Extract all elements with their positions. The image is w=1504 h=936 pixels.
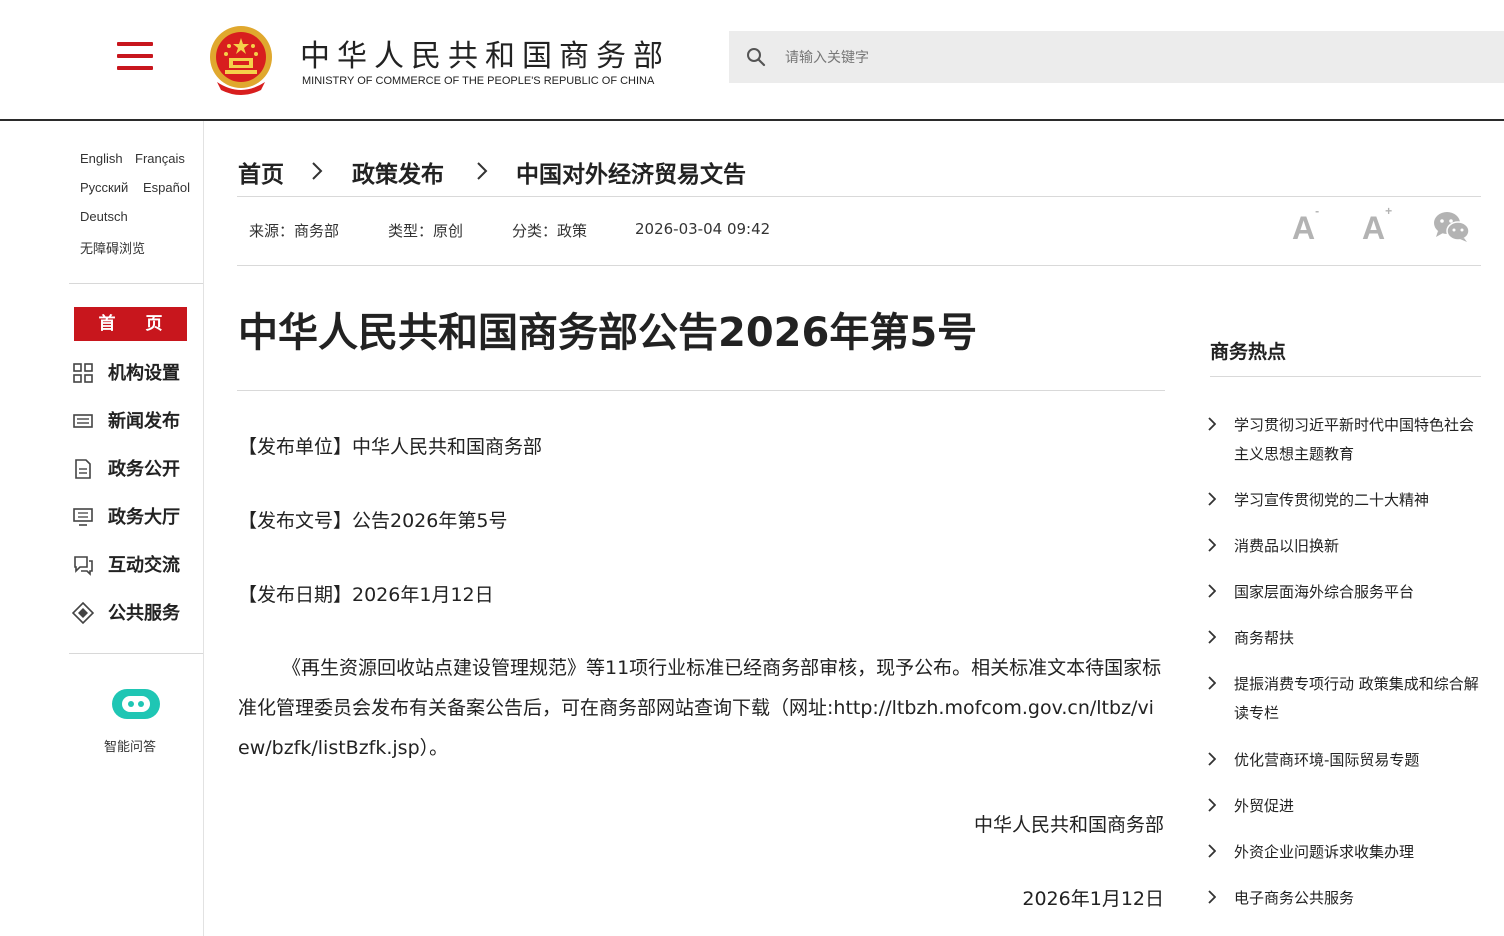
document-icon — [75, 459, 91, 479]
nav-label: 新闻发布 — [108, 411, 180, 432]
hot-topic-label: 提振消费专项行动 政策集成和综合解读专栏 — [1234, 675, 1479, 722]
meta-source: 来源：商务部 — [249, 222, 340, 240]
wechat-share-icon[interactable] — [1432, 210, 1470, 244]
hot-topic-label: 学习贯彻习近平新时代中国特色社会主义思想主题教育 — [1234, 416, 1475, 463]
search-icon[interactable] — [746, 47, 766, 67]
font-increase-button[interactable]: A+ — [1362, 204, 1392, 247]
lang-english-link[interactable]: English — [80, 151, 123, 166]
hot-topics-title: 商务热点 — [1210, 341, 1287, 363]
hot-topic-label: 电子商务公共服务 — [1234, 889, 1355, 907]
hot-topic-label: 优化营商环境-国际贸易专题 — [1234, 751, 1420, 769]
hot-topic-label: 外资企业问题诉求收集办理 — [1234, 843, 1415, 861]
hot-topic-label: 消费品以旧换新 — [1234, 537, 1340, 555]
lang-spanish-link[interactable]: Español — [143, 180, 190, 195]
lang-russian-link[interactable]: Русский — [80, 180, 128, 195]
nav-label: 互动交流 — [108, 555, 180, 576]
accessibility-link[interactable]: 无障碍浏览 — [80, 238, 145, 257]
font-decrease-button[interactable]: A- — [1292, 204, 1319, 247]
nav-item-public-service[interactable]: 公共服务 — [72, 597, 202, 627]
divider — [1210, 376, 1481, 377]
sidebar-divider — [69, 283, 203, 284]
service-icon — [72, 602, 94, 624]
chevron-right-icon — [477, 162, 488, 180]
grid-icon — [73, 363, 93, 383]
lang-french-link[interactable]: Français — [135, 151, 185, 166]
nav-item-public-affairs[interactable]: 政务公开 — [72, 453, 202, 483]
breadcrumb-home[interactable]: 首页 — [238, 155, 284, 189]
meta-type: 类型：原创 — [388, 222, 464, 240]
hot-topic-label: 学习宣传贯彻党的二十大精神 — [1234, 491, 1430, 509]
nav-item-org[interactable]: 机构设置 — [72, 357, 202, 387]
site-title-cn: 中华人民共和国商务部 — [300, 39, 670, 74]
divider — [237, 196, 1481, 197]
left-sidebar: English Français Русский Español Deutsch… — [0, 121, 204, 936]
national-emblem-icon[interactable] — [207, 24, 275, 96]
chevron-right-icon — [312, 162, 323, 180]
hot-topic-label: 国家层面海外综合服务平台 — [1234, 583, 1415, 601]
nav-label: 政务大厅 — [108, 507, 180, 528]
nav-label: 政务公开 — [108, 459, 180, 480]
search-bar — [729, 31, 1504, 85]
assistant-label[interactable]: 智能问答 — [104, 736, 156, 755]
newspaper-icon — [73, 414, 93, 428]
chevron-right-icon — [1208, 492, 1216, 506]
menu-icon[interactable] — [117, 42, 153, 70]
chevron-right-icon — [1208, 630, 1216, 644]
nav-home-button[interactable]: 首 页 — [74, 307, 187, 341]
divider — [237, 265, 1481, 266]
chevron-right-icon — [1208, 538, 1216, 552]
monitor-icon — [73, 508, 93, 526]
sidebar-divider — [69, 653, 203, 654]
nav-item-service-hall[interactable]: 政务大厅 — [72, 501, 202, 531]
hot-topic-label: 商务帮扶 — [1234, 629, 1295, 647]
font-small-label: A — [1292, 210, 1316, 246]
nav-item-news[interactable]: 新闻发布 — [72, 405, 202, 435]
site-header: 中华人民共和国商务部 MINISTRY OF COMMERCE OF THE P… — [0, 0, 1504, 121]
breadcrumb-policy[interactable]: 政策发布 — [352, 155, 444, 189]
nav-label: 机构设置 — [108, 363, 180, 384]
nav-label: 公共服务 — [108, 603, 180, 624]
chevron-right-icon — [1208, 752, 1216, 766]
article-issuer: 【发布单位】中华人民共和国商务部 — [238, 436, 543, 458]
chevron-right-icon — [1208, 844, 1216, 858]
nav-item-interaction[interactable]: 互动交流 — [72, 549, 202, 579]
search-input[interactable] — [783, 31, 1487, 85]
hot-topic-label: 外贸促进 — [1234, 797, 1295, 815]
meta-category: 分类：政策 — [512, 222, 588, 240]
article-signature: 中华人民共和国商务部 — [973, 814, 1164, 836]
chevron-right-icon — [1208, 676, 1216, 690]
font-large-label: A — [1362, 210, 1386, 246]
article-date: 【发布日期】2026年1月12日 — [238, 584, 494, 606]
meta-datetime: 2026-03-04 09:42 — [635, 220, 771, 238]
article-title: 中华人民共和国商务部公告2026年第5号 — [238, 310, 978, 356]
site-title-en: MINISTRY OF COMMERCE OF THE PEOPLE'S REP… — [302, 75, 655, 87]
breadcrumb-current[interactable]: 中国对外经济贸易文告 — [516, 155, 746, 189]
article-signature-date: 2026年1月12日 — [1022, 888, 1164, 910]
chat-icon — [74, 556, 93, 576]
chevron-right-icon — [1208, 890, 1216, 904]
article-body: 《再生资源回收站点建设管理规范》等11项行业标准已经商务部审核，现予公布。相关标… — [238, 657, 1162, 759]
divider — [237, 390, 1165, 391]
article-doc-number: 【发布文号】公告2026年第5号 — [238, 510, 508, 532]
chevron-right-icon — [1208, 584, 1216, 598]
chevron-right-icon — [1208, 798, 1216, 812]
robot-assistant-icon[interactable] — [110, 683, 162, 723]
chevron-right-icon — [1208, 417, 1216, 431]
lang-german-link[interactable]: Deutsch — [80, 209, 128, 224]
